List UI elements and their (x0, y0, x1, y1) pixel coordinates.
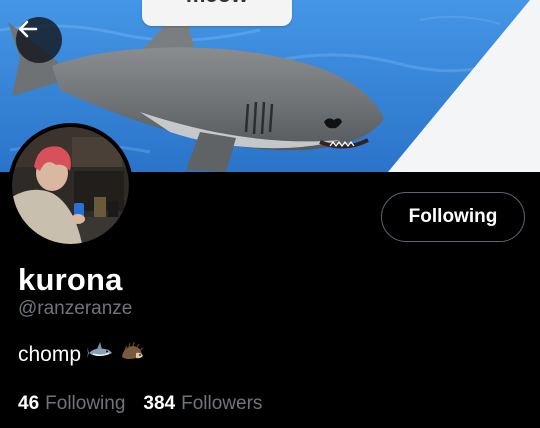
following-label: Following (45, 393, 126, 414)
hedgehog-emoji-icon (119, 341, 145, 369)
avatar-image (12, 127, 129, 244)
followers-label: Followers (181, 393, 263, 414)
following-stat[interactable]: 46 Following (18, 393, 125, 415)
banner-caption-text: meow (186, 0, 248, 7)
back-button[interactable] (16, 17, 62, 63)
display-name: kurona (18, 262, 123, 297)
following-button-label: Following (408, 206, 498, 227)
followers-stat[interactable]: 384 Followers (143, 393, 262, 415)
user-handle: @ranzeranze (18, 298, 133, 319)
banner-caption: meow (142, 0, 292, 26)
bio-text: chomp (18, 343, 82, 366)
arrow-left-icon (18, 20, 38, 38)
shark-emoji-icon (87, 341, 113, 369)
avatar[interactable] (8, 123, 133, 248)
followers-count: 384 (143, 393, 176, 414)
profile-page: meow (0, 0, 540, 428)
follow-stats: 46 Following 384 Followers (18, 393, 280, 415)
bio: chomp (18, 341, 145, 369)
following-count: 46 (18, 393, 40, 414)
following-button[interactable]: Following (381, 192, 525, 242)
